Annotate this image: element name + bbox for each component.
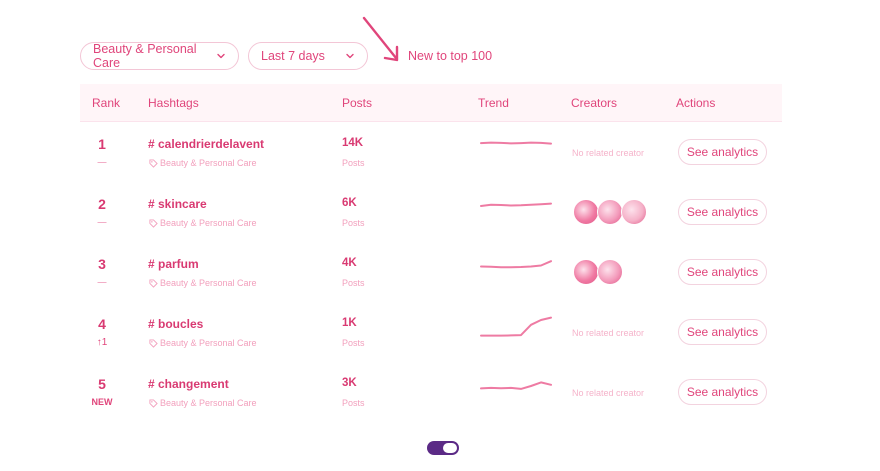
period-dropdown-label: Last 7 days [261, 49, 325, 63]
hashtag-name[interactable]: # parfum [148, 257, 199, 271]
posts-label: Posts [342, 278, 365, 288]
trend-sparkline [480, 202, 552, 207]
posts-count: 3K [342, 377, 357, 389]
hashtag-category: Beauty & Personal Care [149, 398, 257, 408]
tag-icon [149, 158, 160, 168]
hashtag-name[interactable]: # boucles [148, 317, 203, 331]
column-header-rank: Rank [92, 96, 121, 110]
trend-sparkline [480, 381, 552, 390]
table-row: 2 — # skincare Beauty & Personal Care 6K Post… [80, 182, 782, 242]
trend-sparkline [480, 316, 552, 337]
creator-avatar[interactable] [573, 199, 599, 225]
tag-icon [149, 338, 160, 348]
see-analytics-button[interactable]: See analytics [678, 379, 767, 405]
see-analytics-button[interactable]: See analytics [678, 319, 767, 345]
no-related-creator-text: No related creator [572, 148, 645, 158]
category-dropdown-label: Beauty & Personal Care [93, 42, 197, 70]
hashtag-category: Beauty & Personal Care [149, 278, 257, 288]
table-row: 1 — # calendrierdelavent Beauty & Personal … [80, 122, 782, 182]
tag-icon [149, 218, 160, 228]
creator-avatar[interactable] [573, 259, 599, 285]
rank-change: — [97, 157, 107, 167]
see-analytics-button[interactable]: See analytics [678, 259, 767, 285]
posts-count: 1K [342, 317, 357, 329]
filter-bar: Beauty & Personal Care Last 7 days New t… [80, 42, 492, 70]
creator-avatar[interactable] [597, 199, 623, 225]
hashtag-name[interactable]: # skincare [148, 197, 207, 211]
no-related-creator-text: No related creator [572, 388, 645, 398]
hashtag-name[interactable]: # changement [148, 377, 229, 391]
hashtag-category-label: Beauty & Personal Care [160, 278, 257, 288]
hashtag-category-label: Beauty & Personal Care [160, 218, 257, 228]
hashtag-category: Beauty & Personal Care [149, 338, 257, 348]
new-to-top-100-link[interactable]: New to top 100 [408, 49, 492, 63]
tag-icon [149, 278, 160, 288]
category-dropdown[interactable]: Beauty & Personal Care [80, 42, 239, 70]
rank-number: 4 [98, 316, 106, 332]
hashtag-category: Beauty & Personal Care [149, 218, 257, 228]
posts-count: 4K [342, 257, 357, 269]
rank-change: — [97, 217, 107, 227]
no-related-creator-text: No related creator [572, 328, 645, 338]
hashtag-table: Rank Hashtags Posts Trend Creators Actio… [80, 84, 782, 408]
creator-avatar[interactable] [621, 199, 647, 225]
posts-count: 14K [342, 137, 364, 149]
table-row: 3 — # parfum Beauty & Personal Care 4K Posts S… [80, 242, 782, 302]
period-dropdown[interactable]: Last 7 days [248, 42, 368, 70]
rank-change: ↑1 [96, 337, 108, 348]
hashtag-category-label: Beauty & Personal Care [160, 398, 257, 408]
table-row: 5 NEW # changement Beauty & Personal Care 3K… [80, 362, 782, 422]
rank-number: 2 [98, 196, 106, 212]
see-analytics-button[interactable]: See analytics [678, 199, 767, 225]
column-header-posts: Posts [342, 96, 373, 110]
rank-number: 3 [98, 256, 106, 272]
rank-number: 5 [98, 376, 106, 392]
posts-label: Posts [342, 338, 365, 348]
posts-label: Posts [342, 398, 365, 408]
column-header-creators: Creators [571, 96, 618, 110]
hashtag-category-label: Beauty & Personal Care [160, 158, 257, 168]
column-header-trend: Trend [478, 96, 509, 110]
hashtag-name[interactable]: # calendrierdelavent [148, 137, 264, 151]
creator-avatar[interactable] [597, 259, 623, 285]
column-header-actions: Actions [676, 96, 716, 110]
table-header: Rank Hashtags Posts Trend Creators Actio… [80, 84, 782, 122]
see-analytics-button[interactable]: See analytics [678, 139, 767, 165]
hashtag-category-label: Beauty & Personal Care [160, 338, 257, 348]
rank-number: 1 [98, 136, 106, 152]
chevron-down-icon [216, 51, 226, 61]
posts-count: 6K [342, 197, 357, 209]
rank-change: — [97, 277, 107, 287]
toggle-knob [443, 443, 457, 453]
hashtag-category: Beauty & Personal Care [149, 158, 257, 168]
rank-change: NEW [91, 397, 113, 407]
trend-sparkline [480, 260, 552, 269]
table-row: 4 ↑1 # boucles Beauty & Personal Care 1K Post… [80, 302, 782, 362]
chevron-down-icon [345, 51, 355, 61]
toggle-switch[interactable] [427, 441, 459, 455]
column-header-hashtags: Hashtags [148, 96, 199, 110]
posts-label: Posts [342, 218, 365, 228]
trend-sparkline [480, 141, 552, 145]
posts-label: Posts [342, 158, 365, 168]
tag-icon [149, 398, 160, 408]
